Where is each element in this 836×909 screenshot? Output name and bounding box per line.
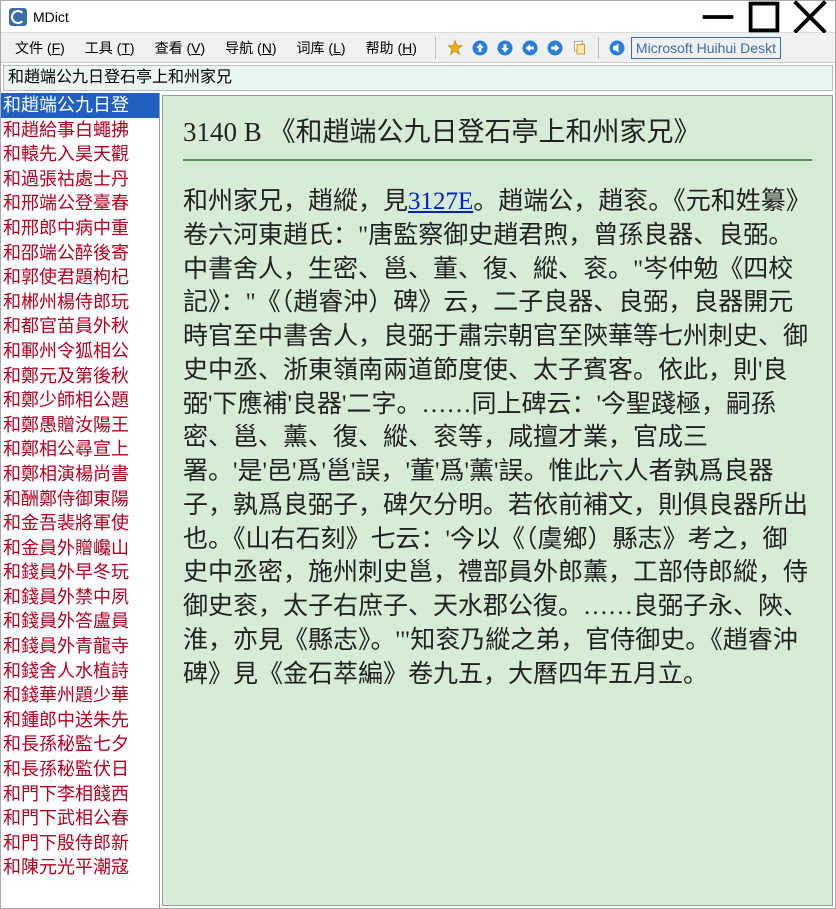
sidebar-item[interactable]: 和錢員外早冬玩 (1, 560, 159, 585)
content-pane[interactable]: 3140 B 《和趙端公九日登石亭上和州家兄》 和州家兄，趙縱，見3127E。趙… (162, 95, 833, 906)
nav-back-button[interactable] (519, 37, 541, 59)
sidebar-item[interactable]: 和金員外贈巉山 (1, 536, 159, 561)
entry-text-post: 。趙端公，趙衮。《元和姓纂》卷六河東趙氏："唐監察御史趙君煦，曾孫良器、良弼。中… (183, 188, 811, 688)
sidebar-item[interactable]: 和金吾裴將軍使 (1, 511, 159, 536)
sidebar-item[interactable]: 和轅先入昊天觀 (1, 142, 159, 167)
sidebar-item[interactable]: 和邢端公登臺春 (1, 191, 159, 216)
speaker-icon (608, 39, 626, 57)
favorite-button[interactable] (444, 37, 466, 59)
titlebar: MDict (1, 1, 835, 33)
menu-帮助[interactable]: 帮助 (H) (356, 34, 427, 62)
sidebar-item[interactable]: 和鄭少師相公題 (1, 388, 159, 413)
sidebar-item[interactable]: 和邢郎中病中重 (1, 216, 159, 241)
sidebar-item[interactable]: 和陳元光平潮寇 (1, 855, 159, 880)
entry-text-pre: 和州家兄，趙縱，見 (183, 188, 408, 215)
menubar: 文件 (F)工具 (T)查看 (V)导航 (N)词库 (L)帮助 (H) (1, 34, 431, 62)
nav-forward-button[interactable] (544, 37, 566, 59)
cross-ref-link[interactable]: 3127E (408, 188, 473, 215)
menu-查看[interactable]: 查看 (V) (145, 34, 216, 62)
sidebar-item[interactable]: 和錢員外答盧員 (1, 609, 159, 634)
entry-heading: 3140 B 《和趙端公九日登石亭上和州家兄》 (183, 110, 812, 149)
copy-icon (571, 39, 589, 57)
sidebar-item[interactable]: 和鍾郎中送朱先 (1, 708, 159, 733)
copy-button[interactable] (569, 37, 591, 59)
sidebar-item[interactable]: 和郴州楊侍郎玩 (1, 290, 159, 315)
sidebar-item[interactable]: 和鄭相演楊尚書 (1, 462, 159, 487)
entry-body: 和州家兄，趙縱，見3127E。趙端公，趙衮。《元和姓纂》卷六河東趙氏："唐監察御… (183, 185, 812, 691)
menu-工具[interactable]: 工具 (T) (75, 34, 145, 62)
sidebar-item[interactable]: 和郭使君題枸杞 (1, 265, 159, 290)
sidebar-item[interactable]: 和鄆州令狐相公 (1, 339, 159, 364)
sidebar-item[interactable]: 和邵端公醉後寄 (1, 241, 159, 266)
nav-down-button[interactable] (494, 37, 516, 59)
separator (435, 37, 436, 59)
sidebar-item[interactable]: 和長孫秘監伏日 (1, 757, 159, 782)
sidebar[interactable]: 和趙端公九日登和趙給事白蠅拂和轅先入昊天觀和過張祜處士丹和邢端公登臺春和邢郎中病… (1, 93, 160, 908)
arrow-right-icon (546, 39, 564, 57)
menu-导航[interactable]: 导航 (N) (215, 34, 286, 62)
entry-content: 3140 B 《和趙端公九日登石亭上和州家兄》 和州家兄，趙縱，見3127E。趙… (163, 96, 832, 731)
sidebar-item[interactable]: 和門下武相公春 (1, 806, 159, 831)
menu-词库[interactable]: 词库 (L) (287, 34, 356, 62)
window-title: MDict (33, 9, 695, 25)
search-input[interactable]: 和趙端公九日登石亭上和州家兄 (3, 65, 833, 91)
minimize-button[interactable] (695, 2, 741, 32)
menubar-row: 文件 (F)工具 (T)查看 (V)导航 (N)词库 (L)帮助 (H) (1, 33, 835, 63)
arrow-left-icon (521, 39, 539, 57)
sidebar-item[interactable]: 和都官苗員外秋 (1, 314, 159, 339)
toolbar: Microsoft Huihui Deskt (440, 37, 785, 59)
sidebar-item[interactable]: 和錢舍人水植詩 (1, 659, 159, 684)
arrow-down-icon (496, 39, 514, 57)
entry-title: 《和趙端公九日登石亭上和州家兄》 (269, 117, 701, 147)
nav-up-button[interactable] (469, 37, 491, 59)
tts-voice-selector[interactable]: Microsoft Huihui Deskt (631, 37, 781, 59)
tts-play-button[interactable] (606, 37, 628, 59)
sidebar-item[interactable]: 和酬鄭侍御東陽 (1, 487, 159, 512)
sidebar-item[interactable]: 和錢華州題少華 (1, 683, 159, 708)
sidebar-item[interactable]: 和錢員外禁中夙 (1, 585, 159, 610)
main-area: 和趙端公九日登和趙給事白蠅拂和轅先入昊天觀和過張祜處士丹和邢端公登臺春和邢郎中病… (1, 93, 835, 908)
close-button[interactable] (787, 2, 833, 32)
star-icon (446, 39, 464, 57)
app-icon (9, 8, 27, 26)
sidebar-item[interactable]: 和趙給事白蠅拂 (1, 118, 159, 143)
maximize-button[interactable] (741, 2, 787, 32)
app-window: MDict 文件 (F)工具 (T)查看 (V)导航 (N)词库 (L)帮助 (… (0, 0, 836, 909)
sidebar-item[interactable]: 和長孫秘監七夕 (1, 732, 159, 757)
separator (598, 37, 599, 59)
sidebar-item[interactable]: 和鄭相公尋宣上 (1, 437, 159, 462)
sidebar-item[interactable]: 和鄭愚贈汝陽王 (1, 413, 159, 438)
window-controls (695, 2, 833, 32)
sidebar-item[interactable]: 和趙端公九日登 (1, 93, 159, 118)
sidebar-item[interactable]: 和門下李相餞西 (1, 782, 159, 807)
entry-number: 3140 B (183, 117, 262, 147)
menu-文件[interactable]: 文件 (F) (5, 34, 75, 62)
arrow-up-icon (471, 39, 489, 57)
sidebar-item[interactable]: 和過張祜處士丹 (1, 167, 159, 192)
sidebar-item[interactable]: 和門下殷侍郎新 (1, 831, 159, 856)
sidebar-item[interactable]: 和錢員外青龍寺 (1, 634, 159, 659)
entry-divider (183, 159, 812, 161)
sidebar-item[interactable]: 和鄭元及第後秋 (1, 364, 159, 389)
